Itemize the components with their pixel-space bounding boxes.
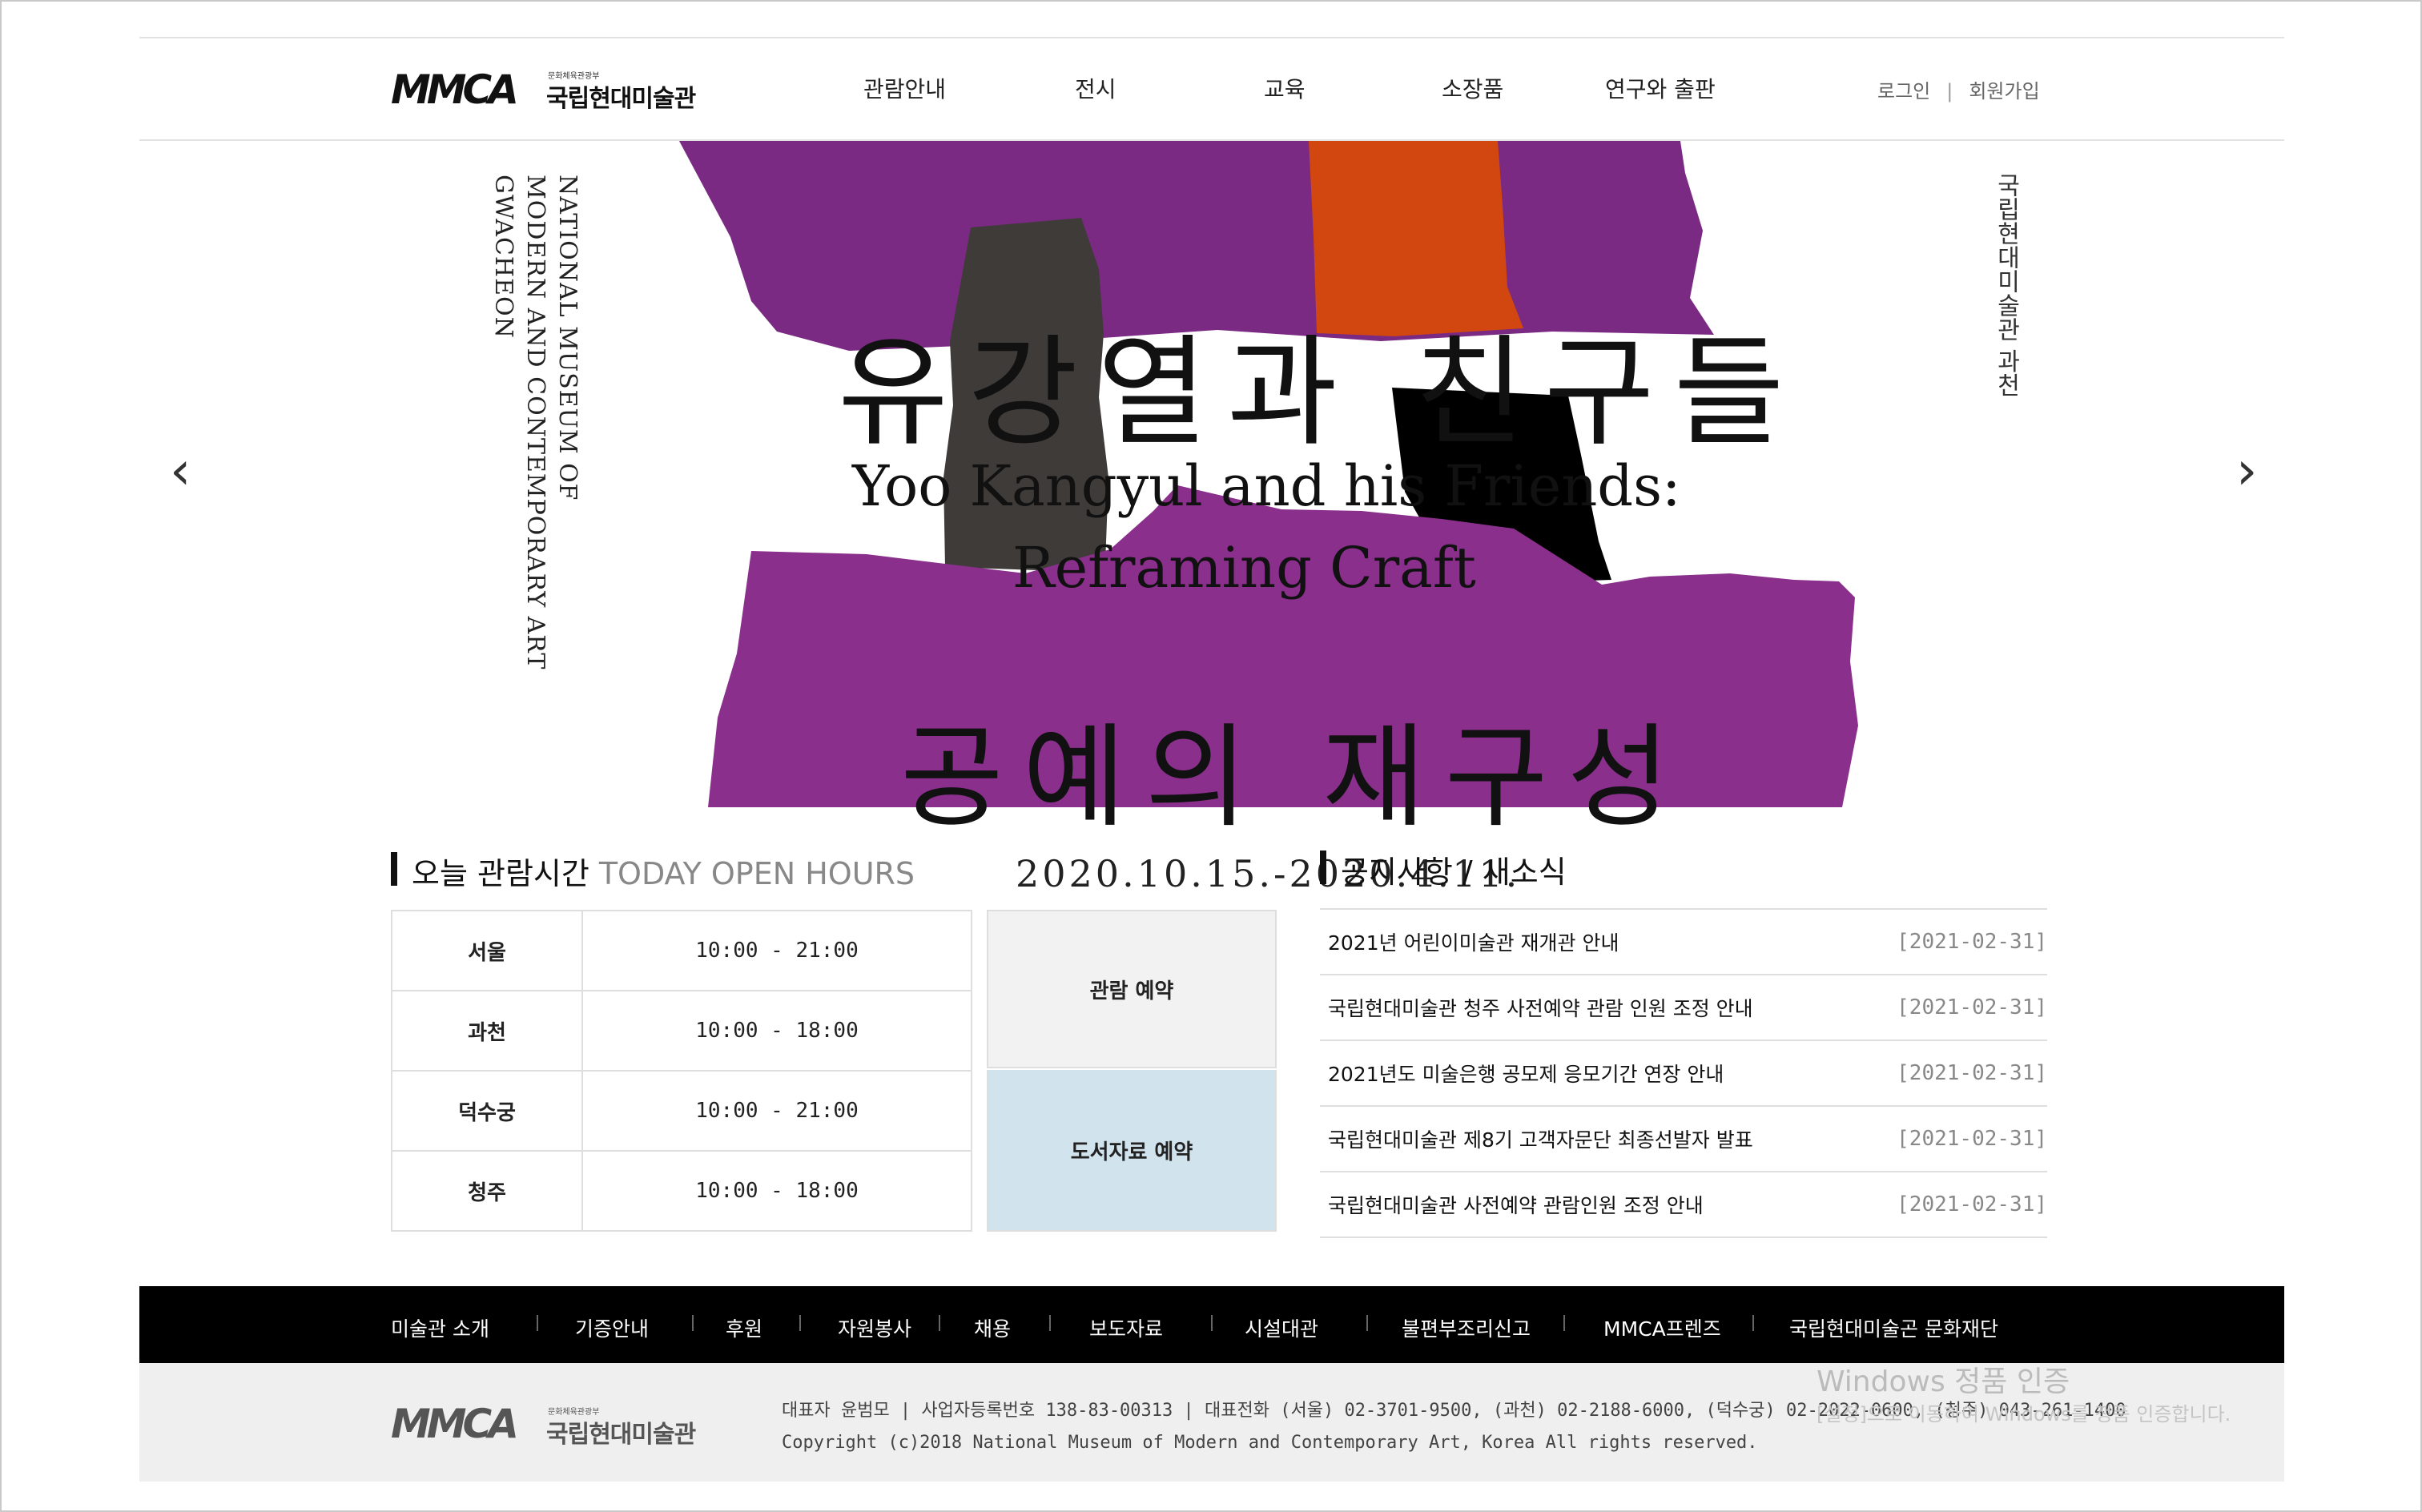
hours-title-en: TODAY OPEN HOURS xyxy=(598,856,915,891)
util-separator: | xyxy=(1946,80,1953,103)
footer-link-foundation[interactable]: 국립현대미술곤 문화재단 xyxy=(1789,1313,1998,1342)
footer-logo[interactable]: MMCA 문화체육관광부 국립현대미술관 xyxy=(391,1401,703,1449)
windows-activation-watermark-title: Windows 정품 인증 xyxy=(1816,1365,2070,1398)
hours-time: 10:00 - 21:00 xyxy=(581,910,972,991)
hours-city: 청주 xyxy=(391,1150,583,1232)
footer-link-donation[interactable]: 기증안내 xyxy=(575,1313,649,1342)
footer-link-divider xyxy=(1563,1315,1565,1331)
footer-link-divider xyxy=(537,1315,538,1331)
windows-activation-watermark-text: [설정]으로 이동하여 Windows를 정품 인증합니다. xyxy=(1816,1403,2231,1426)
library-reservation-button[interactable]: 도서자료 예약 xyxy=(987,1070,1277,1232)
logo-museum-name: 국립현대미술관 xyxy=(546,85,696,113)
notices-title: 공지사항 / 새소식 xyxy=(1341,855,1567,890)
hero-slider[interactable]: 유강열과 친구들 Yoo Kangyul and his Friends: Re… xyxy=(0,141,2422,919)
notice-date: [2021-02-31] xyxy=(1897,1192,2047,1216)
table-row: 덕수궁 10:00 - 21:00 xyxy=(391,1070,972,1152)
footer-link-report[interactable]: 불편부조리신고 xyxy=(1402,1313,1531,1342)
notice-list: 2021년 어린이미술관 재개관 안내 [2021-02-31] 국립현대미술관… xyxy=(1320,908,2047,1238)
nav-visit-info[interactable]: 관람안내 xyxy=(863,72,946,104)
hero-title-english-line1: Yoo Kangyul and his Friends: xyxy=(852,453,1681,519)
footer-logo-museum-name: 국립현대미술관 xyxy=(546,1421,696,1449)
prev-slide-arrow-icon[interactable]: ‹ xyxy=(170,444,191,497)
login-link[interactable]: 로그인 xyxy=(1877,80,1930,103)
footer-link-divider xyxy=(1211,1315,1213,1331)
table-row: 과천 10:00 - 18:00 xyxy=(391,990,972,1072)
notice-title[interactable]: 국립현대미술관 청주 사전예약 관람 인원 조정 안내 xyxy=(1328,993,1753,1022)
hero-title-english-line2: Reframing Craft xyxy=(1012,535,1476,601)
footer-link-mmca-friends[interactable]: MMCA프렌즈 xyxy=(1603,1313,1721,1342)
hero-side-text-korean: 국립현대미술관 과천 xyxy=(1992,173,2020,397)
footer-link-divider xyxy=(799,1315,801,1331)
notice-date: [2021-02-31] xyxy=(1897,1061,2047,1085)
footer-copyright: Copyright (c)2018 National Museum of Mod… xyxy=(782,1433,1758,1453)
nav-research-publication[interactable]: 연구와 출판 xyxy=(1605,72,1716,104)
logo-mark: MMCA xyxy=(391,66,519,113)
hero-orange-shape xyxy=(1309,141,1523,336)
hours-city: 서울 xyxy=(391,910,583,991)
list-item[interactable]: 국립현대미술관 사전예약 관람인원 조정 안내 [2021-02-31] xyxy=(1320,1172,2047,1238)
hero-side-text-english: NATIONAL MUSEUM OF MODERN AND CONTEMPORA… xyxy=(489,175,581,670)
utility-links: 로그인 | 회원가입 xyxy=(1877,75,2040,103)
nav-exhibitions[interactable]: 전시 xyxy=(1075,72,1116,104)
hours-time: 10:00 - 18:00 xyxy=(581,990,972,1072)
list-item[interactable]: 국립현대미술관 제8기 고객자문단 최종선발자 발표 [2021-02-31] xyxy=(1320,1107,2047,1172)
signup-link[interactable]: 회원가입 xyxy=(1969,80,2039,103)
notice-title[interactable]: 국립현대미술관 사전예약 관람인원 조정 안내 xyxy=(1328,1190,1704,1219)
hours-time: 10:00 - 18:00 xyxy=(581,1150,972,1232)
notice-title[interactable]: 국립현대미술관 제8기 고객자문단 최종선발자 발표 xyxy=(1328,1124,1753,1153)
hours-section-title: 오늘 관람시간 TODAY OPEN HOURS xyxy=(390,849,915,893)
footer-link-about[interactable]: 미술관 소개 xyxy=(391,1313,489,1342)
notices-section-title: 공지사항 / 새소식 xyxy=(1320,847,1567,891)
footer-link-divider xyxy=(1366,1315,1368,1331)
footer-links-bar: 미술관 소개 기증안내 후원 자원봉사 채용 보도자료 시설대관 불편부조리신고… xyxy=(139,1286,2284,1363)
footer-link-sponsor[interactable]: 후원 xyxy=(726,1313,762,1342)
hours-city: 덕수궁 xyxy=(391,1070,583,1152)
hours-city: 과천 xyxy=(391,990,583,1072)
list-item[interactable]: 2021년 어린이미술관 재개관 안내 [2021-02-31] xyxy=(1320,910,2047,975)
hero-title-korean: 유강열과 친구들 xyxy=(838,324,1804,463)
footer-link-volunteer[interactable]: 자원봉사 xyxy=(838,1313,911,1342)
notice-date: [2021-02-31] xyxy=(1897,995,2047,1019)
visit-reservation-button[interactable]: 관람 예약 xyxy=(987,910,1277,1068)
next-slide-arrow-icon[interactable]: › xyxy=(2236,444,2257,497)
notice-title[interactable]: 2021년도 미술은행 공모제 응모기간 연장 안내 xyxy=(1328,1059,1724,1088)
hours-time: 10:00 - 21:00 xyxy=(581,1070,972,1152)
list-item[interactable]: 2021년도 미술은행 공모제 응모기간 연장 안내 [2021-02-31] xyxy=(1320,1041,2047,1107)
footer-logo-mark: MMCA xyxy=(391,1401,519,1447)
mmca-logo[interactable]: MMCA 문화체육관광부 국립현대미술관 xyxy=(391,66,703,113)
notice-date: [2021-02-31] xyxy=(1897,1127,2047,1151)
footer-link-careers[interactable]: 채용 xyxy=(974,1313,1011,1342)
hero-subtitle-korean: 공예의 재구성 xyxy=(900,713,1690,843)
footer-link-facility-rental[interactable]: 시설대관 xyxy=(1245,1313,1318,1342)
footer-link-press[interactable]: 보도자료 xyxy=(1089,1313,1163,1342)
footer-link-divider xyxy=(1752,1315,1754,1331)
table-row: 서울 10:00 - 21:00 xyxy=(391,910,972,991)
list-item[interactable]: 국립현대미술관 청주 사전예약 관람 인원 조정 안내 [2021-02-31] xyxy=(1320,975,2047,1041)
footer-link-divider xyxy=(1049,1315,1051,1331)
nav-collection[interactable]: 소장품 xyxy=(1442,72,1503,104)
table-row: 청주 10:00 - 18:00 xyxy=(391,1150,972,1232)
hours-title-ko: 오늘 관람시간 xyxy=(412,856,589,891)
notice-title[interactable]: 2021년 어린이미술관 재개관 안내 xyxy=(1328,927,1619,956)
hours-table: 서울 10:00 - 21:00 과천 10:00 - 18:00 덕수궁 10… xyxy=(391,910,972,1232)
top-divider xyxy=(139,37,2284,38)
hero-top-purple-shape xyxy=(679,141,1714,351)
footer-link-divider xyxy=(939,1315,940,1331)
notice-date: [2021-02-31] xyxy=(1897,930,2047,954)
footer-link-divider xyxy=(692,1315,694,1331)
nav-education[interactable]: 교육 xyxy=(1264,72,1306,104)
